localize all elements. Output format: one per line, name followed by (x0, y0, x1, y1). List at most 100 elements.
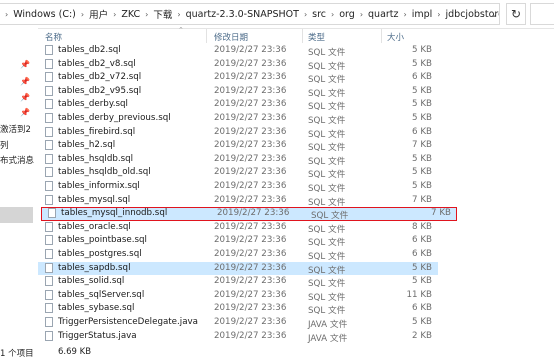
file-size: 7 KB (412, 140, 432, 151)
file-row[interactable]: tables_firebird.sql 2019/2/27 23:36 SQL 文件… (38, 126, 438, 140)
file-row[interactable]: tables_informix.sql 2019/2/27 23:36 SQL 文件… (38, 180, 438, 194)
sidebar-item-label[interactable]: 布式消息 (0, 154, 34, 166)
refresh-icon[interactable]: ↻ (506, 3, 526, 25)
breadcrumb-segment[interactable]: quartz-2.3.0-SNAPSHOT (186, 9, 299, 20)
file-name: TriggerStatus.java (58, 330, 137, 341)
file-icon (45, 221, 53, 232)
file-name: tables_derby.sql (58, 99, 128, 110)
file-size: 5 KB (412, 58, 432, 69)
file-icon (45, 58, 53, 69)
file-name: tables_mysql_innodb.sql (61, 208, 168, 219)
breadcrumb-segment[interactable]: 用户 (89, 7, 108, 21)
file-type: JAVA 文件 (308, 320, 348, 330)
file-icon (45, 126, 53, 137)
breadcrumb-separator[interactable]: › (81, 10, 84, 19)
file-name: tables_db2_v95.sql (58, 85, 142, 96)
breadcrumb-separator[interactable]: › (304, 10, 307, 19)
file-row[interactable]: tables_h2.sql 2019/2/27 23:36 SQL 文件 7 KB (38, 139, 438, 153)
file-type: JAVA 文件 (308, 333, 348, 344)
breadcrumb-segment[interactable]: impl (412, 9, 433, 20)
column-size[interactable]: 大小 (387, 31, 404, 43)
file-row[interactable]: tables_db2_v72.sql 2019/2/27 23:36 SQL 文件 6… (38, 71, 438, 85)
file-row[interactable]: tables_mysql_innodb.sql 2019/2/27 23:36 SQ… (41, 207, 457, 221)
breadcrumb-separator[interactable]: › (331, 10, 334, 19)
breadcrumb-segment[interactable]: quartz (368, 9, 399, 20)
file-size: 7 KB (431, 208, 451, 219)
breadcrumb-separator[interactable]: › (437, 10, 440, 19)
sidebar-item-label[interactable]: 列 (0, 139, 9, 151)
file-size: 6 KB (412, 72, 432, 83)
column-divider[interactable] (381, 29, 382, 43)
search-box[interactable] (530, 3, 554, 25)
breadcrumb-segment[interactable]: org (339, 9, 355, 20)
file-type: SQL 文件 (308, 129, 346, 140)
column-date[interactable]: 修改日期 (214, 31, 248, 43)
file-name: tables_sqlServer.sql (58, 289, 145, 300)
file-size: 6 KB (412, 126, 432, 137)
file-name: tables_pointbase.sql (58, 235, 147, 246)
file-icon (45, 153, 53, 164)
file-name: tables_mysql.sql (58, 194, 131, 205)
sort-arrow-icon: ⌃ (178, 26, 184, 34)
file-date: 2019/2/27 23:36 (214, 45, 287, 55)
pin-icon: 📌 (20, 77, 30, 86)
file-icon (45, 99, 53, 110)
file-row[interactable]: tables_derby.sql 2019/2/27 23:36 SQL 文件 5 K… (38, 98, 438, 112)
file-name: tables_db2_v72.sql (58, 72, 142, 83)
file-type: SQL 文件 (308, 102, 346, 113)
file-date: 2019/2/27 23:36 (214, 140, 287, 151)
file-icon (45, 72, 53, 83)
breadcrumb-separator[interactable]: › (145, 10, 148, 19)
breadcrumb-separator[interactable]: › (404, 10, 407, 19)
file-icon (45, 85, 53, 96)
column-type[interactable]: 类型 (308, 31, 325, 43)
sidebar-item-selected[interactable] (0, 207, 33, 223)
file-row[interactable]: TriggerStatus.java 2019/2/27 23:36 JAVA 文件… (38, 330, 438, 344)
breadcrumb-segment[interactable]: Windows (C:) (13, 9, 76, 20)
file-row[interactable]: tables_sybase.sql 2019/2/27 23:36 SQL 文件 6 … (38, 302, 438, 316)
file-size: 6 KB (412, 249, 432, 259)
column-divider[interactable] (302, 29, 303, 43)
column-name[interactable]: 名称 (45, 31, 62, 43)
breadcrumb-separator[interactable]: › (113, 10, 116, 19)
breadcrumb-separator[interactable]: › (177, 10, 180, 19)
file-row[interactable]: tables_mysql.sql 2019/2/27 23:36 SQL 文件 7 K… (38, 194, 438, 208)
breadcrumb-segment[interactable]: ZKC (121, 9, 140, 20)
sidebar-item-label[interactable]: 激活到2 (0, 123, 31, 135)
file-row[interactable]: tables_hsqldb_old.sql 2019/2/27 23:36 SQL … (38, 166, 438, 180)
chevron-down-icon[interactable]: ⌄ (488, 3, 500, 25)
file-row[interactable]: tables_solid.sql 2019/2/27 23:36 SQL 文件 5 K… (38, 275, 438, 289)
navigation-pane: 📌 📌 📌 📌 激活到2 列 布式消息 (0, 28, 38, 362)
column-divider[interactable] (206, 29, 207, 43)
file-name: tables_h2.sql (58, 140, 116, 151)
file-name: tables_postgres.sql (58, 249, 142, 259)
file-row[interactable]: tables_db2_v95.sql 2019/2/27 23:36 SQL 文件 5… (38, 85, 438, 99)
breadcrumb-separator[interactable]: › (360, 10, 363, 19)
file-row[interactable]: tables_postgres.sql 2019/2/27 23:36 SQL 文件… (38, 248, 438, 262)
file-size: 5 KB (412, 262, 432, 273)
file-row[interactable]: tables_pointbase.sql 2019/2/27 23:36 SQL 文… (38, 234, 438, 248)
file-icon (45, 317, 53, 327)
breadcrumb-segment[interactable]: 下载 (153, 7, 172, 21)
file-type: SQL 文件 (308, 306, 346, 317)
file-row[interactable]: tables_oracle.sql 2019/2/27 23:36 SQL 文件 8 … (38, 221, 438, 235)
file-date: 2019/2/27 23:36 (214, 181, 287, 191)
file-icon (45, 45, 53, 55)
file-type: SQL 文件 (308, 279, 346, 290)
file-date: 2019/2/27 23:36 (214, 289, 287, 300)
file-row[interactable]: TriggerPersistenceDelegate.java 2019/2/27… (38, 316, 438, 330)
file-row[interactable]: tables_hsqldb.sql 2019/2/27 23:36 SQL 文件 5 … (38, 153, 438, 167)
breadcrumb-segment[interactable]: src (312, 9, 326, 20)
file-row[interactable]: tables_sqlServer.sql 2019/2/27 23:36 SQL 文… (38, 289, 438, 303)
file-row[interactable]: tables_db2_v8.sql 2019/2/27 23:36 SQL 文件 5 … (38, 58, 438, 72)
file-row[interactable]: tables_derby_previous.sql 2019/2/27 23:36… (38, 112, 438, 126)
file-row[interactable]: tables_db2.sql 2019/2/27 23:36 SQL 文件 5 KB (38, 44, 438, 58)
file-type: SQL 文件 (308, 75, 346, 86)
file-name: tables_db2_v8.sql (58, 58, 136, 69)
breadcrumb-separator[interactable]: › (5, 10, 8, 19)
file-icon (45, 181, 53, 191)
file-type: SQL 文件 (308, 238, 346, 249)
file-size: 5 KB (412, 45, 432, 55)
breadcrumb[interactable]: › Windows (C:) › 用户 › ZKC › 下载 › quartz-2.3.0-SNA… (0, 3, 500, 25)
file-row[interactable]: tables_sapdb.sql 2019/2/27 23:36 SQL 文件 5 K… (38, 261, 438, 276)
